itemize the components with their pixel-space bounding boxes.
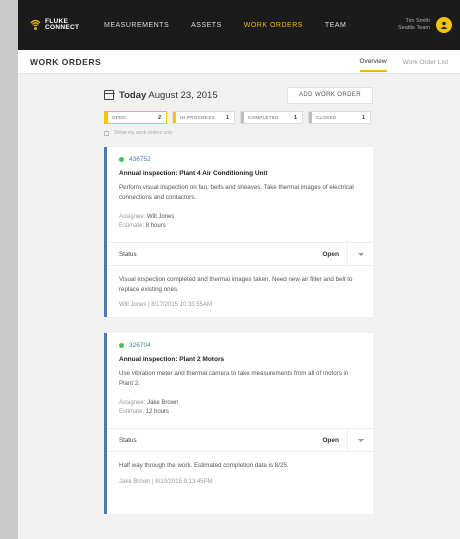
note-author: Jake Brown	[119, 478, 151, 485]
status-color-bar	[173, 112, 176, 123]
latest-note-meta: Jake Brown | 8/10/2015 9:13:45PM	[107, 471, 373, 494]
date-row: Today August 23, 2015 ADD WORK ORDER	[103, 86, 373, 104]
top-navigation-bar: FLUKE CONNECT MEASUREMENTS ASSETS WORK O…	[18, 0, 460, 50]
work-order-id-link[interactable]: 326704	[129, 342, 151, 349]
work-order-id-row: 326704	[119, 342, 361, 349]
status-dropdown-button[interactable]	[347, 429, 373, 451]
filter-count: 1	[361, 114, 365, 121]
card-body: 326704 Annual Inspection: Plant 2 Motors…	[107, 333, 373, 422]
work-order-card: 436752 Annual inspection: Plant 4 Air Co…	[104, 147, 373, 317]
estimate-value: 8 hours	[145, 222, 166, 229]
latest-note-text: Half way through the work. Estimated com…	[119, 462, 289, 469]
work-order-title: Annual Inspection: Plant 2 Motors	[119, 356, 225, 363]
assignee-value: Jake Brown	[147, 400, 179, 406]
card-body: 436752 Annual inspection: Plant 4 Air Co…	[107, 147, 373, 236]
note-author: Will Jones	[119, 302, 147, 308]
app-frame: FLUKE CONNECT MEASUREMENTS ASSETS WORK O…	[18, 0, 460, 539]
assignee-row: Assignee: Will Jones	[119, 213, 361, 222]
status-label: Status	[119, 436, 137, 444]
work-order-id-row: 436752	[119, 156, 361, 163]
work-order-description: Use vibration meter and thermal camera t…	[119, 370, 349, 387]
date-heading: Today August 23, 2015	[119, 90, 287, 101]
status-value[interactable]: Open	[322, 437, 339, 444]
filter-open[interactable]: OPEN 2	[104, 111, 167, 124]
assignee-value: Will Jones	[147, 214, 175, 220]
work-order-title: Annual inspection: Plant 4 Air Condition…	[119, 170, 268, 177]
show-my-work-orders-toggle[interactable]: Show my work orders only	[104, 130, 373, 136]
show-mine-label: Show my work orders only	[114, 130, 173, 136]
note-timestamp: 8/10/2015 9:13:45PM	[155, 478, 213, 485]
estimate-label: Estimate:	[119, 408, 145, 415]
assignee-row: Assignee: Jake Brown	[119, 399, 361, 408]
status-color-bar	[105, 112, 108, 123]
date-value: August 23, 2015	[148, 89, 218, 101]
status-label: Status	[119, 250, 137, 258]
show-mine-checkbox[interactable]	[104, 130, 109, 136]
estimate-value: 12 hours	[145, 408, 170, 415]
user-icon	[440, 21, 448, 29]
status-row: Status Open	[107, 428, 373, 452]
work-order-id-link[interactable]: 436752	[129, 156, 151, 163]
nav-assets[interactable]: ASSETS	[191, 22, 222, 29]
latest-note-meta: Will Jones | 8/17/2015 10:33:55AM	[107, 294, 373, 317]
assignee-label: Assignee:	[119, 400, 146, 406]
note-timestamp: 8/17/2015 10:33:55AM	[151, 302, 212, 308]
filter-label: OPEN	[112, 115, 126, 120]
chevron-down-icon	[357, 252, 364, 256]
status-value[interactable]: Open	[322, 251, 339, 258]
filter-label: CLOSED	[316, 115, 337, 120]
today-label: Today	[119, 89, 147, 101]
estimate-label: Estimate:	[119, 222, 145, 229]
filter-closed[interactable]: CLOSED 1	[308, 111, 371, 124]
status-dropdown-button[interactable]	[347, 243, 373, 265]
status-color-bar	[241, 112, 244, 123]
fluke-connect-logo[interactable]: FLUKE CONNECT	[30, 18, 104, 32]
latest-note-text: Visual inspection completed and thermal …	[119, 276, 353, 293]
nav-measurements[interactable]: MEASUREMENTS	[104, 22, 169, 29]
add-work-order-button[interactable]: ADD WORK ORDER	[287, 86, 373, 104]
filter-label: COMPLETED	[248, 115, 279, 120]
logo-line-2: CONNECT	[45, 24, 80, 31]
tab-overview[interactable]: Overview	[359, 51, 387, 72]
logo-text: FLUKE CONNECT	[45, 18, 80, 31]
filter-label: IN-PROGRESS	[180, 115, 215, 120]
chevron-down-icon	[357, 438, 364, 442]
status-row: Status Open	[107, 242, 373, 266]
filter-completed[interactable]: COMPLETED 1	[240, 111, 303, 124]
status-color-bar	[309, 112, 312, 123]
avatar[interactable]	[436, 17, 452, 33]
page-title: WORK ORDERS	[30, 56, 102, 67]
estimate-row: Estimate: 8 hours	[119, 222, 361, 231]
user-team: Seattle Team	[397, 25, 430, 31]
wifi-icon	[30, 18, 41, 32]
nav-team[interactable]: TEAM	[325, 22, 346, 29]
status-filters: OPEN 2 IN-PROGRESS 1 COMPLETED 1 CLOSED …	[104, 111, 373, 124]
status-dot-icon	[119, 343, 124, 348]
filter-in-progress[interactable]: IN-PROGRESS 1	[172, 111, 235, 124]
user-info[interactable]: Tim Smith Seattle Team	[398, 18, 430, 32]
filter-count: 1	[225, 114, 229, 121]
estimate-row: Estimate: 12 hours	[119, 408, 361, 417]
work-order-meta: Assignee: Jake Brown Estimate: 12 hours	[119, 399, 361, 416]
work-order-card: 326704 Annual Inspection: Plant 2 Motors…	[104, 333, 373, 514]
filter-count: 2	[157, 114, 161, 121]
user-name: Tim Smith	[405, 18, 430, 24]
card-spacer	[107, 494, 373, 514]
work-order-meta: Assignee: Will Jones Estimate: 8 hours	[119, 213, 361, 230]
calendar-icon	[103, 90, 115, 100]
work-order-description: Perform visual inspection on fan, belts …	[119, 184, 354, 201]
status-dot-icon	[119, 157, 124, 162]
nav-work-orders[interactable]: WORK ORDERS	[244, 22, 303, 29]
main-nav: MEASUREMENTS ASSETS WORK ORDERS TEAM	[104, 22, 398, 29]
filter-count: 1	[293, 114, 297, 121]
assignee-label: Assignee:	[119, 214, 146, 220]
tab-work-order-list[interactable]: Work Order List	[403, 52, 448, 71]
page-header: WORK ORDERS Overview Work Order List	[18, 50, 460, 74]
overview-content: Today August 23, 2015 ADD WORK ORDER OPE…	[103, 86, 373, 514]
